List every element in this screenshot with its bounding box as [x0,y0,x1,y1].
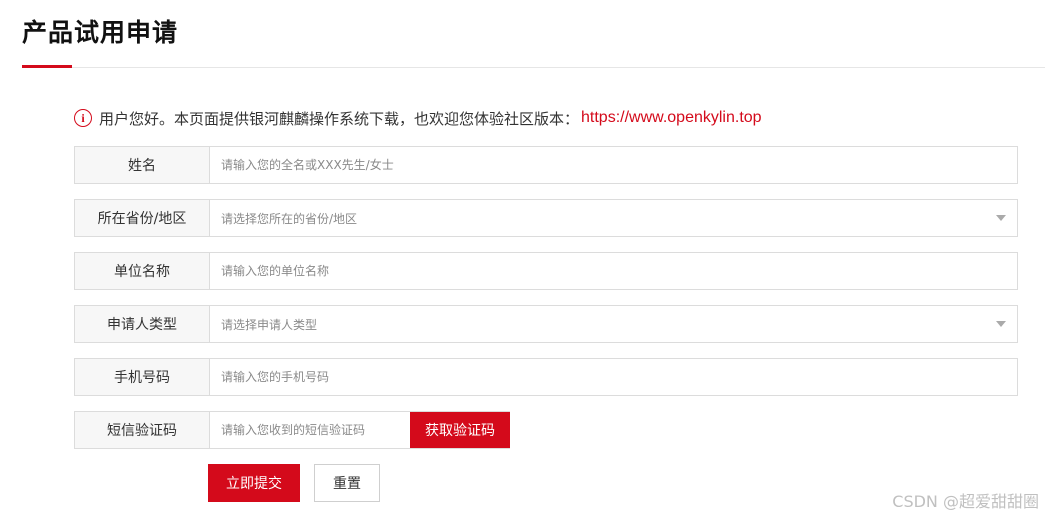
title-divider [22,67,1045,68]
openkylin-link[interactable]: https://www.openkylin.top [581,109,762,127]
company-label: 单位名称 [75,253,210,289]
sms-code-label: 短信验证码 [75,412,210,448]
region-label: 所在省份/地区 [75,200,210,236]
info-circle-icon: i [74,109,92,127]
name-field-wrap [210,147,1017,183]
form-row-name: 姓名 [74,146,1018,184]
reset-button[interactable]: 重置 [314,464,380,502]
page-title: 产品试用申请 [22,18,179,47]
form-row-company: 单位名称 [74,252,1018,290]
title-accent-bar [22,65,72,68]
form-row-region: 所在省份/地区 请选择您所在的省份/地区 [74,199,1018,237]
form-row-applicant-type: 申请人类型 请选择申请人类型 [74,305,1018,343]
phone-label: 手机号码 [75,359,210,395]
get-code-button[interactable]: 获取验证码 [410,412,510,448]
name-label: 姓名 [75,147,210,183]
submit-button[interactable]: 立即提交 [208,464,300,502]
watermark: CSDN @超爱甜甜圈 [892,492,1039,511]
region-select[interactable]: 请选择您所在的省份/地区 [210,200,1017,236]
chevron-down-icon [996,215,1006,221]
chevron-down-icon [996,321,1006,327]
notice-text: 用户您好。本页面提供银河麒麟操作系统下载，也欢迎您体验社区版本： [99,109,580,128]
company-input[interactable] [221,253,1017,289]
phone-input[interactable] [221,359,1017,395]
region-select-placeholder: 请选择您所在的省份/地区 [221,211,358,226]
applicant-type-select[interactable]: 请选择申请人类型 [210,306,1017,342]
name-input[interactable] [221,147,1017,183]
notice-banner: i 用户您好。本页面提供银河麒麟操作系统下载，也欢迎您体验社区版本： https… [74,106,762,130]
page-header: 产品试用申请 [22,16,178,50]
applicant-type-label: 申请人类型 [75,306,210,342]
company-field-wrap [210,253,1017,289]
form-row-phone: 手机号码 [74,358,1018,396]
phone-field-wrap [210,359,1017,395]
applicant-type-placeholder: 请选择申请人类型 [221,317,318,332]
